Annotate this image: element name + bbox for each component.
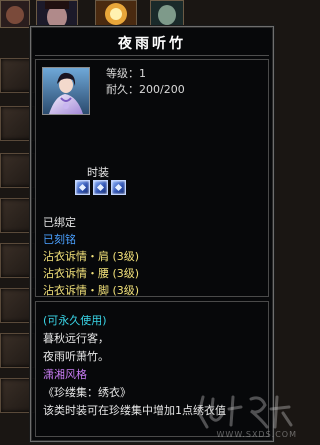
engraved-status: 已刻铭 [43, 233, 76, 246]
set-attribute-waist: 沾衣诉情・腰 (3级) [43, 267, 140, 280]
site-watermark-logo: WWW.SXDS.COM [191, 391, 301, 441]
bound-status: 已绑定 [43, 216, 76, 229]
set-attribute-foot: 沾衣诉情・脚 (3级) [43, 284, 140, 297]
item-title: 夜雨听竹 [118, 36, 186, 52]
portrait-slot-3[interactable] [95, 0, 137, 28]
tooltip-title-bar: 夜雨听竹 [35, 31, 269, 56]
portrait-slot-4[interactable] [150, 0, 184, 28]
fashion-item-icon [42, 67, 90, 115]
item-durability: 耐久：200/200 [106, 83, 185, 96]
style-label: 潇湘风格 [43, 368, 87, 381]
socket-label: 时装 [87, 166, 109, 179]
blue-gem-socket-icon [93, 180, 108, 195]
collection-name: 《珍缕集：绣衣》 [43, 386, 131, 399]
blue-gem-socket-icon [75, 180, 90, 195]
portrait-slot-1[interactable] [0, 0, 30, 28]
item-tooltip: 夜雨听竹 等级：1 耐久：200/200 时装 已绑定 已刻铭 沾衣诉情・肩 (… [30, 26, 296, 442]
verse-line-1: 暮秋远行客， [43, 332, 109, 345]
verse-line-2: 夜雨听萧竹。 [43, 350, 109, 363]
item-info-panel: 等级：1 耐久：200/200 时装 已绑定 已刻铭 沾衣诉情・肩 (3级) 沾… [35, 59, 269, 297]
watermark-site-text: WWW.SXDS.COM [216, 430, 297, 439]
set-attribute-shoulder: 沾衣诉情・肩 (3级) [43, 250, 140, 263]
gem-sockets [75, 180, 126, 195]
permanent-usage-note: (可永久使用) [43, 314, 107, 327]
blue-gem-socket-icon [111, 180, 126, 195]
portrait-slot-2[interactable] [36, 0, 78, 28]
item-level: 等级：1 [106, 67, 146, 80]
